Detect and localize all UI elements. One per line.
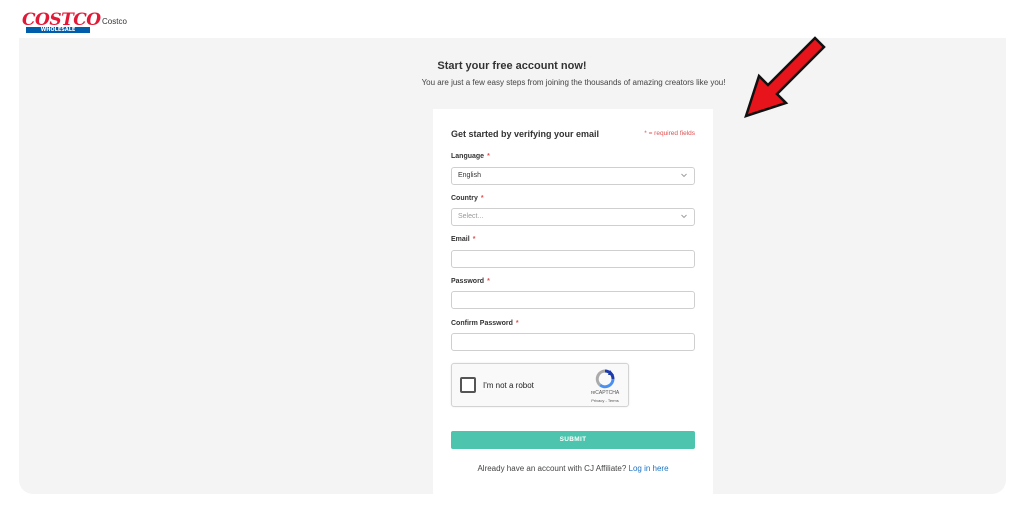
submit-button[interactable]: SUBMIT [451,431,695,449]
password-label-text: Password [451,278,485,285]
language-select-value: English [458,172,481,179]
recaptcha-links[interactable]: Privacy - Terms [582,398,628,403]
confirm-password-field[interactable] [451,333,695,351]
confirm-password-label-text: Confirm Password [451,320,513,327]
required-marker: * [487,153,490,160]
language-label-text: Language [451,153,485,160]
recaptcha-widget: I'm not a robot reCAPTCHA Privacy - Term… [451,363,629,407]
top-bar: COSTCO WHOLESALE Costco [0,0,1024,38]
login-link[interactable]: Log in here [629,464,669,473]
email-label: Email * [451,236,475,243]
page-title: Start your free account now! [437,60,587,72]
brand-name: Costco [102,17,127,26]
logo-subtext: WHOLESALE [26,27,90,33]
email-field[interactable] [451,250,695,268]
recaptcha-icon [595,369,615,389]
required-marker: * [480,195,484,202]
country-label-text: Country [451,195,478,202]
chevron-down-icon [681,214,687,219]
required-marker: * [515,320,519,327]
signup-form-card: Get started by verifying your email * = … [433,109,713,512]
form-title: Get started by verifying your email [451,129,600,139]
red-arrow-icon [744,36,826,118]
recaptcha-label: I'm not a robot [483,381,534,390]
login-prompt: Already have an account with CJ Affiliat… [433,464,713,473]
page-subtitle: You are just a few easy steps from joini… [421,78,726,87]
required-marker: * [487,278,490,285]
confirm-password-label: Confirm Password * [451,320,519,327]
country-label: Country * [451,195,484,202]
recaptcha-checkbox[interactable] [460,377,476,393]
recaptcha-brand: reCAPTCHA [590,390,620,396]
login-prompt-text: Already have an account with CJ Affiliat… [477,464,627,473]
costco-logo[interactable]: COSTCO WHOLESALE [22,10,101,34]
country-select-placeholder: Select... [458,213,484,220]
chevron-down-icon [681,173,687,178]
password-label: Password * [451,278,490,285]
language-select[interactable]: English [451,167,695,185]
country-select[interactable]: Select... [451,208,695,226]
email-label-text: Email [451,236,470,243]
language-label: Language * [451,153,490,160]
required-fields-note: * = required fields [644,130,695,137]
password-field[interactable] [451,291,695,309]
required-marker: * [472,236,476,243]
